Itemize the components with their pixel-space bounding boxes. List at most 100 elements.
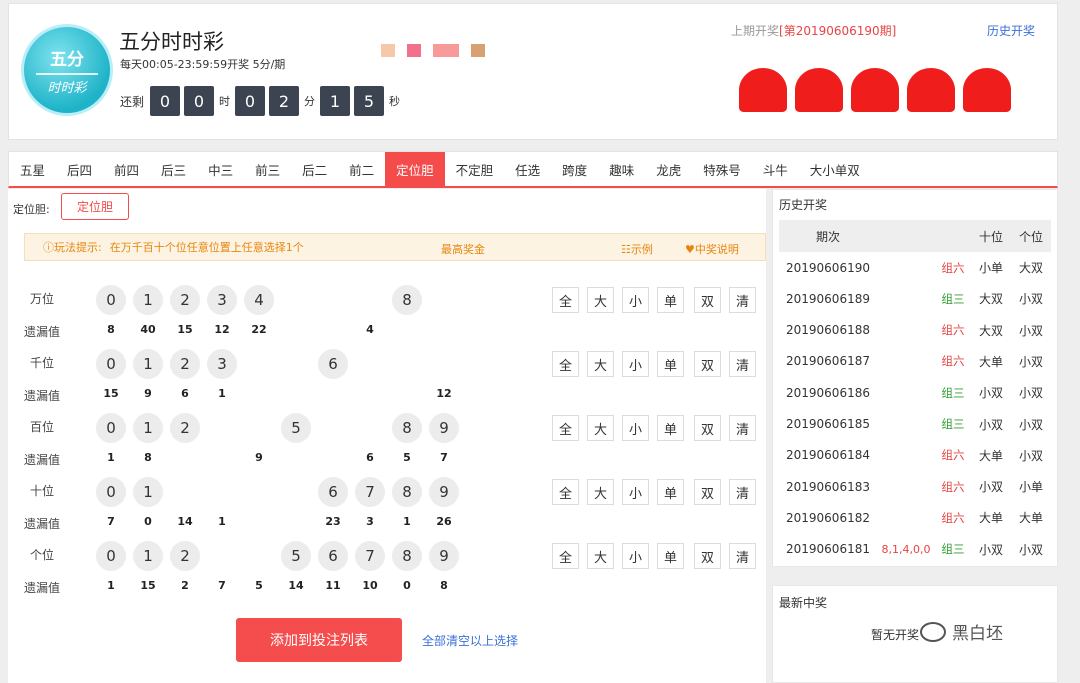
number-ball[interactable]: 8 [392, 541, 422, 571]
number-ball[interactable]: 1 [133, 541, 163, 571]
tab-前二[interactable]: 前二 [338, 152, 385, 186]
number-ball[interactable]: 9 [429, 477, 459, 507]
quick-select-button[interactable]: 清 [729, 415, 756, 441]
tab-不定胆[interactable]: 不定胆 [445, 152, 505, 186]
quick-select-button[interactable]: 双 [694, 415, 721, 441]
number-ball[interactable]: 8 [392, 285, 422, 315]
quick-select-button[interactable]: 全 [552, 351, 579, 377]
number-ball[interactable]: 3 [207, 349, 237, 379]
number-ball[interactable]: 3 [207, 285, 237, 315]
number-ball[interactable]: 4 [244, 285, 274, 315]
history-link[interactable]: 历史开奖 [987, 22, 1035, 39]
miss-value: 1 [107, 451, 115, 464]
number-ball[interactable]: 9 [429, 413, 459, 443]
number-ball[interactable]: 7 [355, 541, 385, 571]
quick-select-button[interactable]: 小 [622, 351, 649, 377]
number-ball[interactable]: 5 [281, 413, 311, 443]
number-ball[interactable]: 7 [355, 477, 385, 507]
quick-select-button[interactable]: 小 [622, 543, 649, 569]
tab-特殊号[interactable]: 特殊号 [692, 152, 752, 186]
quick-select-button[interactable]: 全 [552, 287, 579, 313]
quick-select-button[interactable]: 双 [694, 287, 721, 313]
quick-select-button[interactable]: 全 [552, 415, 579, 441]
number-ball[interactable]: 2 [170, 285, 200, 315]
bet-panel: 定位胆: 定位胆 ⓘ 玩法提示: 在万千百十个位任意位置上任意选择1个 最高奖金… [8, 189, 766, 683]
number-ball[interactable]: 1 [133, 477, 163, 507]
add-to-bet-list-button[interactable]: 添加到投注列表 [236, 618, 402, 662]
quick-select-button[interactable]: 小 [622, 287, 649, 313]
history-ten: 小双 [978, 386, 1003, 401]
quick-select-button[interactable]: 清 [729, 543, 756, 569]
tab-后三[interactable]: 后三 [150, 152, 197, 186]
clear-all-selection-link[interactable]: 全部清空以上选择 [422, 632, 518, 649]
number-ball[interactable]: 0 [96, 413, 126, 443]
number-ball[interactable]: 6 [318, 541, 348, 571]
number-ball[interactable]: 1 [133, 349, 163, 379]
tab-前三[interactable]: 前三 [244, 152, 291, 186]
quick-select-button[interactable]: 小 [622, 415, 649, 441]
tab-大小单双[interactable]: 大小单双 [799, 152, 871, 186]
quick-select-button[interactable]: 清 [729, 351, 756, 377]
number-ball[interactable]: 5 [281, 541, 311, 571]
number-ball[interactable]: 0 [96, 285, 126, 315]
tab-中三[interactable]: 中三 [197, 152, 244, 186]
tab-后二[interactable]: 后二 [291, 152, 338, 186]
miss-label: 遗漏值 [24, 581, 61, 595]
miss-value: 15 [177, 323, 193, 336]
tab-五星[interactable]: 五星 [9, 152, 56, 186]
quick-select-button[interactable]: 大 [587, 479, 614, 505]
miss-value: 7 [218, 579, 226, 592]
number-ball[interactable]: 0 [96, 541, 126, 571]
countdown-unit: 时 [219, 95, 231, 108]
number-ball[interactable]: 9 [429, 541, 459, 571]
quick-select-button[interactable]: 双 [694, 351, 721, 377]
quick-select-button[interactable]: 全 [552, 543, 579, 569]
number-ball[interactable]: 8 [392, 413, 422, 443]
number-ball[interactable]: 1 [133, 285, 163, 315]
history-row: 20190606187 组六 大单 小双 [779, 346, 1051, 377]
example-link[interactable]: ☷示例 [621, 241, 653, 257]
number-ball[interactable]: 6 [318, 349, 348, 379]
quick-select-button[interactable]: 单 [657, 351, 684, 377]
quick-select-button[interactable]: 全 [552, 479, 579, 505]
history-unit: 小双 [1018, 354, 1043, 369]
quick-select-button[interactable]: 大 [587, 287, 614, 313]
tab-任选[interactable]: 任选 [504, 152, 551, 186]
quick-select-button[interactable]: 单 [657, 543, 684, 569]
tab-龙虎[interactable]: 龙虎 [645, 152, 692, 186]
miss-value: 9 [255, 451, 263, 464]
tab-前四[interactable]: 前四 [103, 152, 150, 186]
tab-趣味[interactable]: 趣味 [598, 152, 645, 186]
number-ball[interactable]: 2 [170, 413, 200, 443]
quick-select-button[interactable]: 清 [729, 479, 756, 505]
tab-定位胆[interactable]: 定位胆 [385, 152, 445, 186]
quick-select-button[interactable]: 大 [587, 351, 614, 377]
quick-select-button[interactable]: 大 [587, 415, 614, 441]
quick-select-button[interactable]: 小 [622, 479, 649, 505]
number-ball[interactable]: 0 [96, 477, 126, 507]
number-ball[interactable]: 6 [318, 477, 348, 507]
header-unit: 个位 [1018, 229, 1043, 244]
history-form: 组三 [941, 385, 965, 400]
quick-select-button[interactable]: 单 [657, 287, 684, 313]
quick-select-button[interactable]: 双 [694, 479, 721, 505]
quick-select-button[interactable]: 双 [694, 543, 721, 569]
miss-value: 0 [144, 515, 152, 528]
prize-rules-link[interactable]: ♥中奖说明 [685, 241, 739, 257]
quick-select-button[interactable]: 单 [657, 479, 684, 505]
subplay-button[interactable]: 定位胆 [61, 193, 129, 220]
quick-select-button[interactable]: 大 [587, 543, 614, 569]
quick-select-button[interactable]: 单 [657, 415, 684, 441]
number-ball[interactable]: 2 [170, 349, 200, 379]
tab-跨度[interactable]: 跨度 [551, 152, 598, 186]
tab-后四[interactable]: 后四 [56, 152, 103, 186]
tab-斗牛[interactable]: 斗牛 [752, 152, 799, 186]
quick-select-button[interactable]: 清 [729, 287, 756, 313]
number-ball[interactable]: 2 [170, 541, 200, 571]
number-ball[interactable]: 0 [96, 349, 126, 379]
latest-title: 最新中奖 [779, 596, 828, 610]
play-tip: ⓘ 玩法提示: 在万千百十个位任意位置上任意选择1个 最高奖金 ☷示例 ♥中奖说… [24, 233, 766, 261]
number-ball[interactable]: 8 [392, 477, 422, 507]
countdown-label: 还剩 [120, 94, 145, 109]
number-ball[interactable]: 1 [133, 413, 163, 443]
